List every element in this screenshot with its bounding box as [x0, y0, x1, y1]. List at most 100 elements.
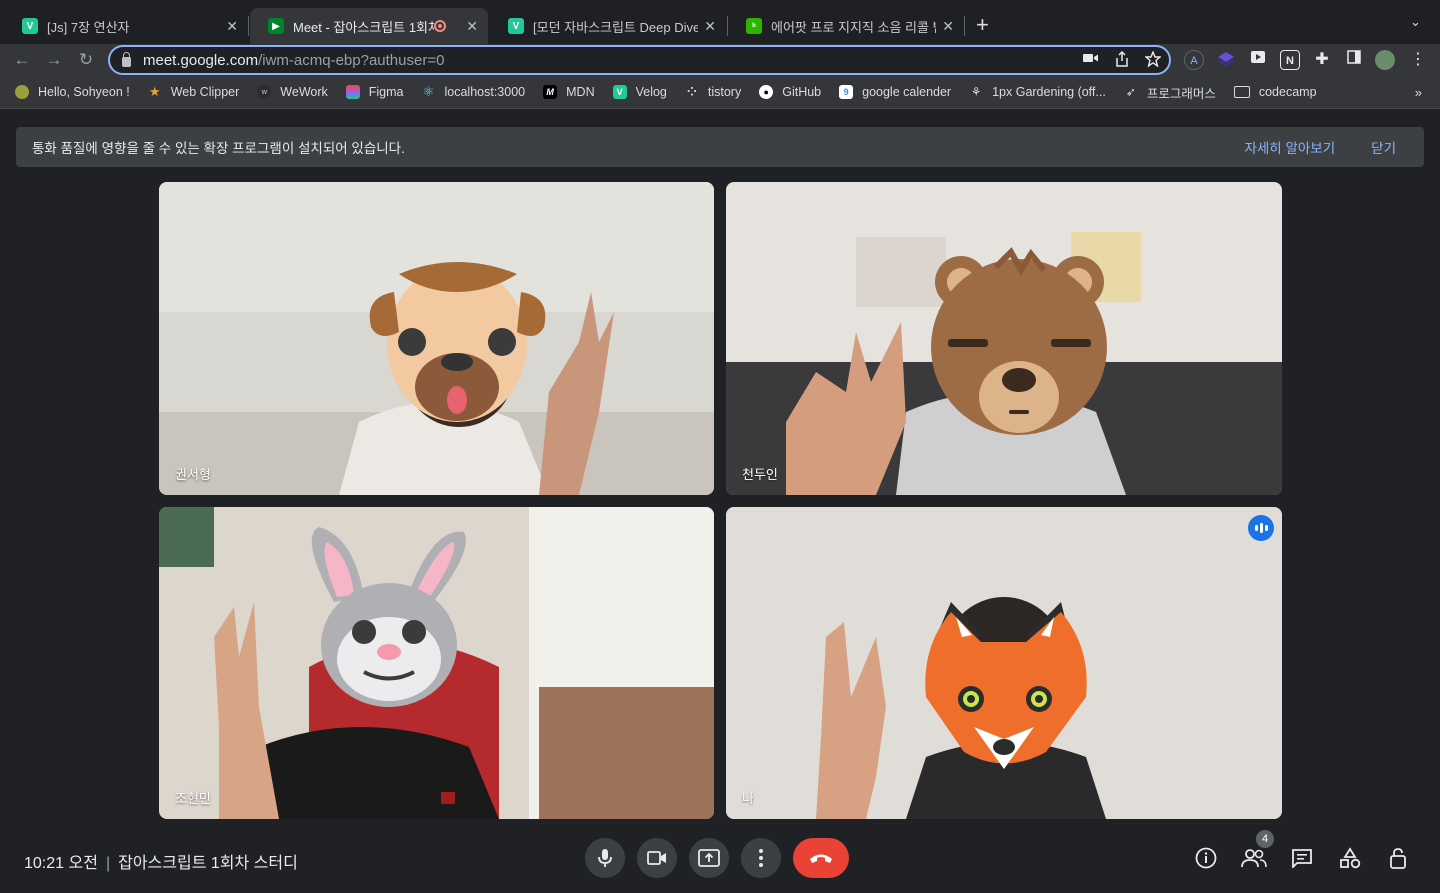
bookmark-item[interactable]: ➶ 프로그래머스	[1124, 83, 1216, 102]
bookmark-label: google calender	[862, 85, 952, 99]
tab-title: [Js] 7장 연산자	[47, 19, 130, 35]
self-participant-tile[interactable]: 나	[726, 507, 1282, 819]
bookmark-label: MDN	[566, 85, 595, 99]
chat-icon	[1292, 849, 1312, 868]
microphone-button[interactable]	[585, 838, 625, 878]
bookmark-item[interactable]: V Velog	[612, 85, 667, 99]
bookmark-item[interactable]: ★ Web Clipper	[148, 84, 240, 99]
camera-in-use-icon[interactable]	[1083, 51, 1099, 70]
tab-meet[interactable]: ▶ Meet - 잡아스크립트 1회차 스터디 ✕	[250, 8, 488, 44]
meeting-controls-bar: 10:21 오전 | 잡아스크립트 1회차 스터디 4	[0, 820, 1440, 893]
medal-icon: ★	[148, 84, 161, 99]
extension-notion-icon[interactable]: N	[1280, 50, 1300, 70]
participant-video	[159, 507, 714, 819]
participant-name: 나	[742, 791, 754, 806]
bear-mask-icon	[931, 247, 1107, 435]
back-button[interactable]: ←	[10, 48, 34, 72]
participant-video	[726, 507, 1282, 819]
tab-deep-dive[interactable]: V [모던 자바스크립트 Deep Dive] 04 ✕	[490, 8, 726, 44]
bookmark-star-icon[interactable]	[1144, 50, 1162, 70]
bookmark-label: Velog	[635, 85, 667, 99]
camera-button[interactable]	[637, 838, 677, 878]
participant-tile[interactable]: 천두인	[726, 182, 1282, 495]
tab-title: Meet - 잡아스크립트 1회차 스터디	[293, 19, 435, 35]
extension-warning-banner: 통화 품질에 영향을 줄 수 있는 확장 프로그램이 설치되어 있습니다. 자세…	[16, 127, 1424, 167]
meet-favicon-icon: ▶	[268, 18, 284, 34]
banner-message: 통화 품질에 영향을 줄 수 있는 확장 프로그램이 설치되어 있습니다.	[32, 141, 405, 156]
close-icon[interactable]: ✕	[226, 18, 238, 35]
extension-layers-icon[interactable]	[1216, 50, 1236, 70]
bookmark-item[interactable]: ⚘ 1px Gardening (off...	[969, 85, 1106, 99]
camera-icon	[647, 851, 666, 865]
banner-close-button[interactable]: 닫기	[1371, 137, 1396, 157]
tab-airpods[interactable]: b 에어팟 프로 지지직 소음 리콜 받기 + ✕	[728, 8, 964, 44]
velog-favicon-icon: V	[508, 18, 524, 34]
bookmark-item[interactable]: w WeWork	[257, 85, 328, 99]
react-icon: ⚛	[422, 84, 435, 99]
host-controls-button[interactable]	[1384, 844, 1412, 872]
bookmark-item[interactable]: M MDN	[543, 85, 595, 99]
forward-button[interactable]: →	[42, 48, 66, 72]
side-panel-icon[interactable]	[1344, 50, 1364, 70]
mdn-icon: M	[543, 85, 558, 99]
profile-avatar[interactable]	[1375, 50, 1395, 70]
browser-tab-strip: V [Js] 7장 연산자 ✕ ▶ Meet - 잡아스크립트 1회차 스터디 …	[0, 0, 1440, 44]
extension-translate-icon[interactable]: A	[1184, 50, 1204, 70]
activities-shapes-icon	[1340, 847, 1361, 869]
browser-toolbar: ← → ↻ meet.google.com/iwm-acmq-ebp?authu…	[0, 44, 1440, 76]
extension-video-icon[interactable]	[1248, 50, 1268, 70]
recording-indicator-icon	[434, 20, 447, 32]
plant-icon: ⚘	[970, 85, 982, 99]
new-tab-button[interactable]: +	[976, 12, 989, 38]
bookmark-item[interactable]: Hello, Sohyeon !	[15, 85, 130, 99]
activities-button[interactable]	[1336, 844, 1364, 872]
bookmark-item[interactable]: 9 google calender	[839, 85, 951, 99]
microphone-icon	[598, 849, 612, 867]
participant-name: 천두인	[742, 467, 778, 482]
address-bar[interactable]: meet.google.com/iwm-acmq-ebp?authuser=0	[108, 45, 1171, 75]
people-icon	[1241, 849, 1267, 868]
info-separator: |	[105, 855, 111, 872]
participant-tile[interactable]: 조현민	[159, 507, 714, 819]
browser-menu-icon[interactable]: ⋮	[1408, 50, 1428, 70]
bookmark-label: GitHub	[782, 85, 822, 99]
reload-button[interactable]: ↻	[74, 48, 98, 72]
bookmark-item[interactable]: ⁘ tistory	[685, 85, 741, 99]
programmers-icon: ➶	[1125, 85, 1136, 99]
bookmark-label: codecamp	[1258, 85, 1317, 99]
tab-js-operators[interactable]: V [Js] 7장 연산자 ✕	[4, 8, 248, 44]
close-icon[interactable]: ✕	[704, 18, 716, 35]
github-icon: ●	[759, 85, 774, 99]
bookmark-label: tistory	[707, 85, 742, 99]
share-icon[interactable]	[1115, 50, 1129, 70]
wework-icon: w	[257, 85, 272, 99]
meeting-details-button[interactable]	[1192, 844, 1220, 872]
tab-title: 에어팟 프로 지지직 소음 리콜 받기 +	[771, 19, 936, 35]
bookmarks-overflow-icon[interactable]: »	[1415, 85, 1422, 100]
bookmark-item[interactable]: ⚛ localhost:3000	[422, 84, 525, 99]
participant-tile[interactable]: 권서형	[159, 182, 714, 495]
extensions-puzzle-icon[interactable]: ✚	[1312, 50, 1332, 70]
participants-button[interactable]	[1240, 844, 1268, 872]
speaking-indicator-icon	[1248, 515, 1274, 541]
bookmark-item[interactable]: ● GitHub	[759, 85, 821, 99]
more-options-button[interactable]	[741, 838, 781, 878]
address-host: meet.google.com	[143, 51, 259, 69]
leave-call-button[interactable]	[793, 838, 849, 878]
bookmark-label: Web Clipper	[170, 85, 240, 99]
present-screen-button[interactable]	[689, 838, 729, 878]
chat-button[interactable]	[1288, 844, 1316, 872]
participant-video	[726, 182, 1282, 495]
close-icon[interactable]: ✕	[942, 18, 954, 35]
bookmark-item[interactable]: Figma	[345, 85, 404, 99]
hang-up-icon	[810, 854, 832, 863]
meeting-title: 잡아스크립트 1회차 스터디	[118, 855, 298, 872]
lock-person-icon	[1390, 848, 1406, 869]
bookmark-item[interactable]: codecamp	[1233, 85, 1317, 99]
bookmarks-bar: Hello, Sohyeon ! ★ Web Clipper w WeWork Fi…	[0, 76, 1440, 109]
close-icon[interactable]: ✕	[466, 18, 478, 35]
tab-search-chevron-icon[interactable]: ⌄	[1410, 14, 1421, 30]
bookmark-label: 1px Gardening (off...	[992, 85, 1106, 99]
learn-more-link[interactable]: 자세히 알아보기	[1244, 137, 1335, 157]
calendar-icon: 9	[839, 85, 854, 99]
